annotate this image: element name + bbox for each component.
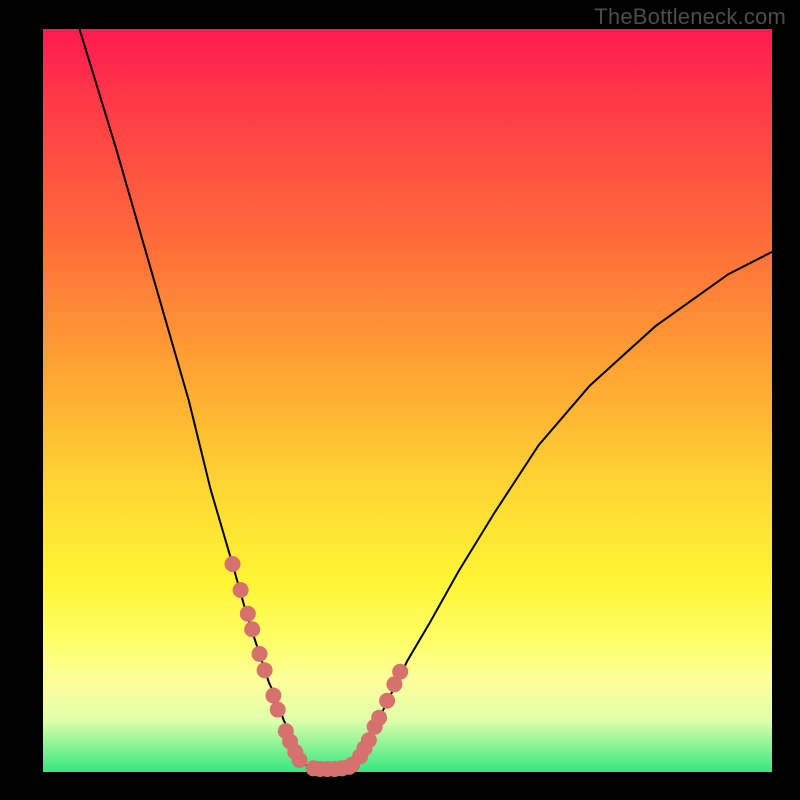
data-marker (392, 664, 408, 680)
data-marker (292, 752, 308, 768)
data-marker (233, 582, 249, 598)
data-marker (379, 693, 395, 709)
data-marker (371, 710, 387, 726)
data-marker (257, 662, 273, 678)
bottleneck-curve (80, 29, 773, 769)
data-marker (270, 702, 286, 718)
data-marker (265, 688, 281, 704)
marker-group (225, 556, 409, 777)
watermark-text: TheBottleneck.com (594, 4, 786, 30)
chart-stage: TheBottleneck.com (0, 0, 800, 800)
curve-layer (43, 29, 772, 772)
data-marker (225, 556, 241, 572)
data-marker (240, 606, 256, 622)
plot-area (43, 29, 772, 772)
data-marker (244, 621, 260, 637)
data-marker (252, 646, 268, 662)
